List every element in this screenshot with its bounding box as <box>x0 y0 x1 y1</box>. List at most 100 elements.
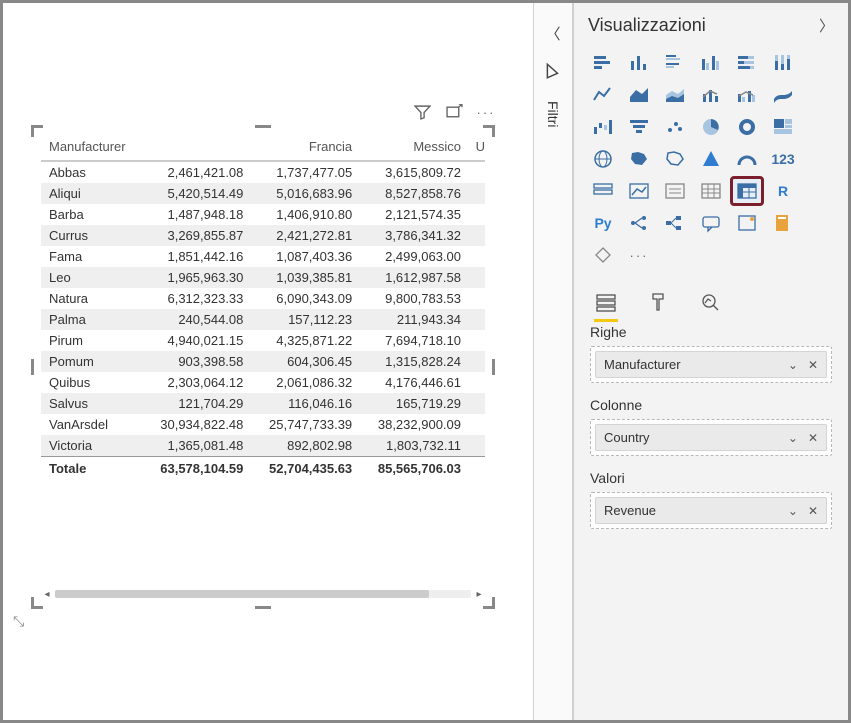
waterfall-icon[interactable] <box>588 114 618 140</box>
kpi-icon[interactable] <box>624 178 654 204</box>
matrix-visual[interactable]: Manufacturer Francia Messico U Abbas2,46… <box>33 127 493 607</box>
scroll-left-icon[interactable]: ◂ <box>41 588 53 600</box>
map-icon[interactable] <box>588 146 618 172</box>
table-row[interactable]: Aliqui5,420,514.495,016,683.968,527,858.… <box>41 183 485 204</box>
scrollbar-track[interactable] <box>55 590 471 598</box>
smart-narrative-icon[interactable] <box>732 210 762 236</box>
field-pill-country[interactable]: Country ⌄✕ <box>595 424 827 451</box>
expand-chevron-icon[interactable]: 〉 <box>819 15 834 36</box>
stacked-area-icon[interactable] <box>660 82 690 108</box>
col-header[interactable] <box>143 133 252 161</box>
resize-handle[interactable] <box>255 125 271 128</box>
scatter-chart-icon[interactable] <box>660 114 690 140</box>
field-pill-revenue[interactable]: Revenue ⌄✕ <box>595 497 827 524</box>
analytics-tab-icon[interactable] <box>696 288 724 316</box>
table-row[interactable]: Quibus2,303,064.122,061,086.324,176,446.… <box>41 372 485 393</box>
area-chart-icon[interactable] <box>624 82 654 108</box>
col-header[interactable]: Manufacturer <box>41 133 143 161</box>
combo-stacked-icon[interactable] <box>696 82 726 108</box>
decomposition-tree-icon[interactable] <box>660 210 690 236</box>
gauge-icon[interactable] <box>732 146 762 172</box>
chevron-down-icon[interactable]: ⌄ <box>788 431 798 445</box>
focus-mode-icon[interactable] <box>445 103 463 121</box>
table-row[interactable]: Pomum903,398.58604,306.451,315,828.24 <box>41 351 485 372</box>
chevron-down-icon[interactable]: ⌄ <box>788 504 798 518</box>
col-header[interactable]: U <box>469 133 485 161</box>
resize-handle[interactable] <box>31 125 43 137</box>
data-cell: 6,312,323.33 <box>143 288 252 309</box>
field-pill-manufacturer[interactable]: Manufacturer ⌄✕ <box>595 351 827 378</box>
table-row[interactable]: Abbas2,461,421.081,737,477.053,615,809.7… <box>41 161 485 183</box>
power-apps-icon[interactable] <box>588 242 618 268</box>
data-cell: 8,527,858.76 <box>360 183 469 204</box>
stacked-column-100-icon[interactable] <box>768 50 798 76</box>
resize-handle[interactable] <box>492 359 495 375</box>
line-chart-icon[interactable] <box>588 82 618 108</box>
table-row[interactable]: Barba1,487,948.181,406,910.802,121,574.3… <box>41 204 485 225</box>
row-label: Pomum <box>41 351 143 372</box>
more-options-icon[interactable]: ··· <box>477 103 495 121</box>
stacked-bar-icon[interactable] <box>588 50 618 76</box>
fields-tab-icon[interactable] <box>592 288 620 316</box>
report-canvas[interactable]: ··· Manufacturer Francia Messico <box>3 3 533 720</box>
remove-icon[interactable]: ✕ <box>808 358 818 372</box>
remove-icon[interactable]: ✕ <box>808 431 818 445</box>
table-row[interactable]: Leo1,965,963.301,039,385.811,612,987.58 <box>41 267 485 288</box>
pie-chart-icon[interactable] <box>696 114 726 140</box>
resize-handle[interactable] <box>255 606 271 609</box>
treemap-icon[interactable] <box>768 114 798 140</box>
resize-diagonal-icon[interactable]: ⤡ <box>13 613 24 630</box>
filter-icon[interactable] <box>413 103 431 121</box>
col-header[interactable]: Messico <box>360 133 469 161</box>
qa-visual-icon[interactable] <box>696 210 726 236</box>
slicer-icon[interactable] <box>660 178 690 204</box>
columns-well[interactable]: Country ⌄✕ <box>590 419 832 456</box>
collapse-chevron-icon[interactable]: 〈 <box>545 23 560 44</box>
azure-map-icon[interactable] <box>696 146 726 172</box>
funnel-chart-icon[interactable] <box>624 114 654 140</box>
data-cell: 1,612,987.58 <box>360 267 469 288</box>
table-row[interactable]: Fama1,851,442.161,087,403.362,499,063.00 <box>41 246 485 267</box>
card-icon[interactable]: 123 <box>768 146 798 172</box>
donut-chart-icon[interactable] <box>732 114 762 140</box>
key-influencers-icon[interactable] <box>624 210 654 236</box>
chevron-down-icon[interactable]: ⌄ <box>788 358 798 372</box>
paginated-report-icon[interactable] <box>768 210 798 236</box>
table-row[interactable]: Victoria1,365,081.48892,802.981,803,732.… <box>41 435 485 457</box>
table-icon[interactable] <box>696 178 726 204</box>
filters-tab-label[interactable]: Filtri <box>545 101 561 127</box>
python-visual-icon[interactable]: Py <box>588 210 618 236</box>
col-header[interactable]: Francia <box>251 133 360 161</box>
data-cell: 157,112.23 <box>251 309 360 330</box>
format-tab-icon[interactable] <box>644 288 672 316</box>
get-more-visuals-icon[interactable]: ··· <box>624 242 654 268</box>
table-row[interactable]: VanArsdel30,934,822.4825,747,733.3938,23… <box>41 414 485 435</box>
stacked-bar-100-icon[interactable] <box>732 50 762 76</box>
scroll-right-icon[interactable]: ▸ <box>473 588 485 600</box>
stacked-column-icon[interactable] <box>624 50 654 76</box>
filled-map-icon[interactable] <box>624 146 654 172</box>
resize-handle[interactable] <box>483 125 495 137</box>
shape-map-icon[interactable] <box>660 146 690 172</box>
r-visual-icon[interactable]: R <box>768 178 798 204</box>
clustered-column-icon[interactable] <box>696 50 726 76</box>
rows-well[interactable]: Manufacturer ⌄✕ <box>590 346 832 383</box>
table-row[interactable]: Currus3,269,855.872,421,272.813,786,341.… <box>41 225 485 246</box>
multi-row-card-icon[interactable] <box>588 178 618 204</box>
table-row[interactable]: Pirum4,940,021.154,325,871.227,694,718.1… <box>41 330 485 351</box>
ribbon-chart-icon[interactable] <box>768 82 798 108</box>
scrollbar-thumb[interactable] <box>55 590 429 598</box>
matrix-icon[interactable] <box>732 178 762 204</box>
table-row[interactable]: Natura6,312,323.336,090,343.099,800,783.… <box>41 288 485 309</box>
data-cell: 1,315,828.24 <box>360 351 469 372</box>
resize-handle[interactable] <box>31 359 34 375</box>
horizontal-scrollbar[interactable]: ◂ ▸ <box>41 587 485 601</box>
table-row[interactable]: Palma240,544.08157,112.23211,943.34 <box>41 309 485 330</box>
remove-icon[interactable]: ✕ <box>808 504 818 518</box>
clustered-bar-icon[interactable] <box>660 50 690 76</box>
row-label: VanArsdel <box>41 414 143 435</box>
values-well[interactable]: Revenue ⌄✕ <box>590 492 832 529</box>
combo-clustered-icon[interactable] <box>732 82 762 108</box>
filters-tab-icon[interactable] <box>544 62 562 83</box>
table-row[interactable]: Salvus121,704.29116,046.16165,719.29 <box>41 393 485 414</box>
